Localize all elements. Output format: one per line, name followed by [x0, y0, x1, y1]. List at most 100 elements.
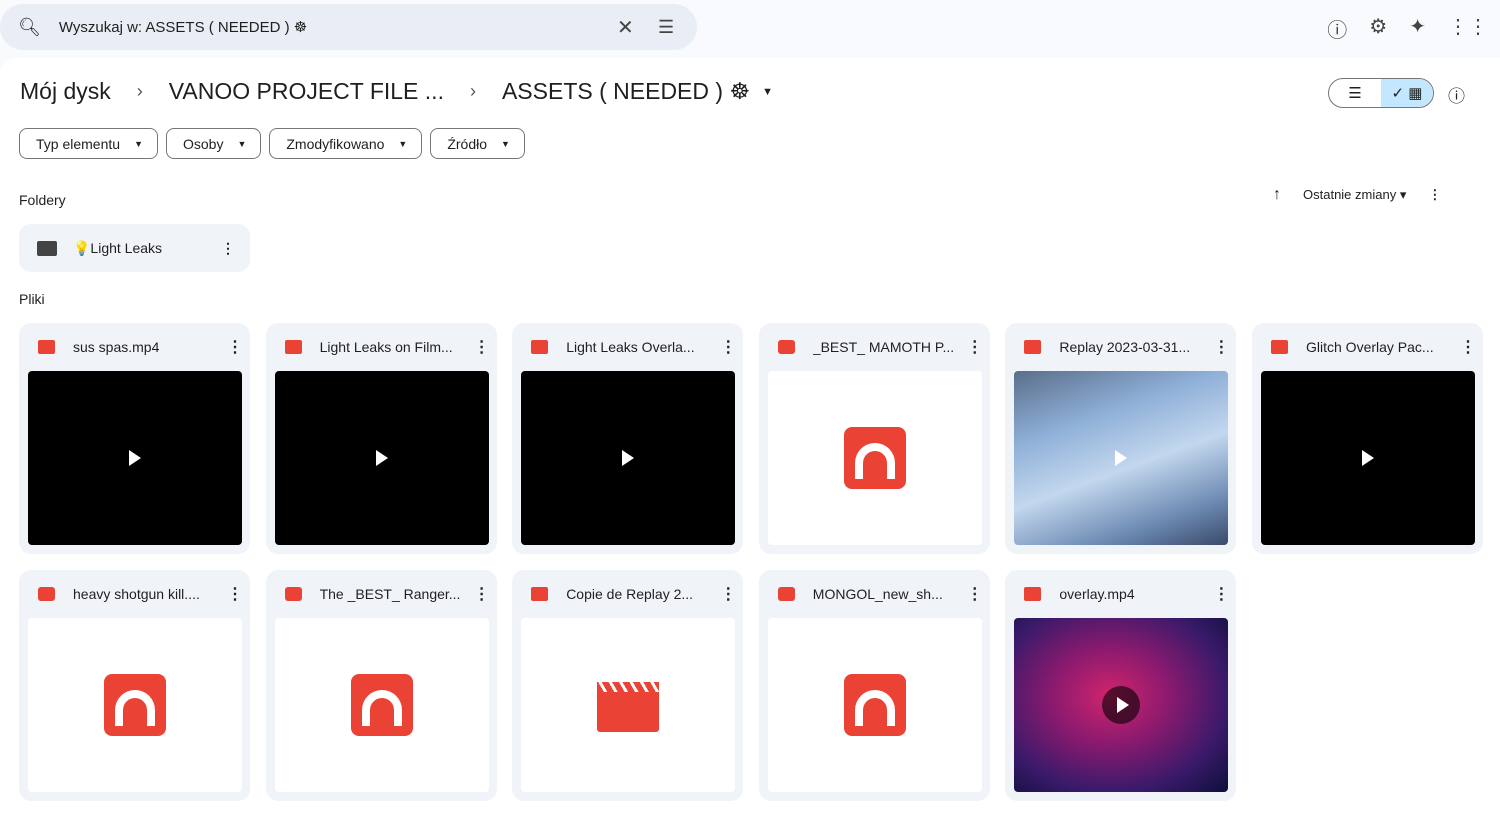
list-view-button[interactable]: ☰	[1329, 79, 1381, 107]
caret-down-icon: ▼	[398, 138, 408, 149]
apps-icon[interactable]: ⋮⋮	[1448, 14, 1488, 43]
file-card[interactable]: Light Leaks on Film... ⋮	[265, 323, 497, 554]
play-icon	[129, 450, 141, 466]
headphones-icon	[104, 674, 166, 736]
more-options-icon[interactable]: ⋮	[220, 337, 250, 357]
more-options-icon[interactable]: ⋮	[220, 584, 250, 604]
file-name: _BEST_ MAMOTH P...	[812, 339, 955, 355]
file-card[interactable]: sus spas.mp4 ⋮	[19, 323, 250, 554]
more-options-icon[interactable]: ⋮	[1428, 187, 1441, 203]
caret-down-icon: ▼	[501, 138, 510, 149]
filter-label: Źródło	[447, 135, 488, 152]
filter-modified[interactable]: Zmodyfikowano ▼	[269, 128, 423, 159]
more-options-icon[interactable]: ⋮	[467, 337, 497, 357]
file-card[interactable]: heavy shotgun kill.... ⋮	[19, 570, 250, 801]
video-thumbnail[interactable]	[521, 371, 736, 545]
folder-icon	[37, 240, 57, 256]
play-icon	[1117, 697, 1130, 713]
play-icon	[622, 450, 635, 466]
gemini-icon[interactable]: ✦	[1409, 14, 1426, 43]
headphones-icon	[350, 674, 413, 736]
filter-label: Osoby	[182, 135, 224, 152]
file-name: sus spas.mp4	[73, 339, 160, 355]
chevron-right-icon: ›	[136, 81, 143, 101]
file-name: Light Leaks on Film...	[319, 339, 453, 355]
file-name: Glitch Overlay Pac...	[1306, 339, 1434, 355]
file-card[interactable]: Glitch Overlay Pac... ⋮	[1252, 323, 1483, 554]
breadcrumb-my-drive[interactable]: Mój dysk	[20, 78, 111, 105]
breadcrumb-current[interactable]: ASSETS ( NEEDED ) ☸	[502, 78, 750, 105]
caret-down-icon: ▼	[134, 138, 143, 149]
filter-label: Typ elementu	[36, 135, 121, 152]
more-options-icon[interactable]: ⋮	[1453, 337, 1483, 357]
folder-item[interactable]: 💡Light Leaks ⋮	[19, 224, 250, 272]
close-icon[interactable]: ✕	[617, 15, 634, 40]
filter-people[interactable]: Osoby ▼	[165, 128, 262, 159]
file-card[interactable]: _BEST_ MAMOTH P... ⋮	[758, 323, 990, 554]
video-clapper-icon	[597, 682, 660, 732]
file-name: Replay 2023-03-31...	[1059, 339, 1191, 355]
more-options-icon[interactable]: ⋮	[713, 337, 743, 357]
filter-label: Zmodyfikowano	[286, 135, 385, 152]
search-input[interactable]: Wyszukaj w: ASSETS ( NEEDED ) ☸	[59, 18, 307, 36]
video-thumbnail[interactable]	[28, 371, 242, 545]
headphones-icon	[843, 427, 906, 489]
more-options-icon[interactable]: ⋮	[960, 337, 990, 357]
file-card[interactable]: MONGOL_new_sh... ⋮	[758, 570, 990, 801]
grid-view-button[interactable]: ✓ ▦	[1381, 79, 1433, 107]
play-icon	[1115, 450, 1128, 466]
audio-thumbnail[interactable]	[767, 371, 982, 545]
headphones-icon	[843, 674, 906, 736]
video-thumbnail[interactable]	[1261, 371, 1475, 545]
settings-icon[interactable]: ⚙	[1369, 14, 1387, 43]
video-thumbnail[interactable]	[521, 618, 736, 792]
more-options-icon[interactable]: ⋮	[467, 584, 497, 604]
file-name: The _BEST_ Ranger...	[319, 586, 461, 602]
chevron-right-icon: ›	[469, 81, 476, 101]
video-file-icon	[1024, 340, 1042, 354]
video-thumbnail[interactable]	[1014, 371, 1229, 545]
video-file-icon	[284, 340, 302, 354]
file-name: Light Leaks Overla...	[566, 339, 695, 355]
audio-file-icon	[38, 587, 55, 601]
file-card[interactable]: Replay 2023-03-31... ⋮	[1005, 323, 1237, 554]
help-icon[interactable]: ⓘ	[1327, 14, 1347, 43]
search-icon[interactable]: 🔍︎	[18, 17, 41, 38]
more-options-icon[interactable]: ⋮	[1206, 337, 1236, 357]
main-content: Mój dysk › VANOO PROJECT FILE ... › ASSE…	[0, 58, 1500, 838]
folder-name: 💡Light Leaks	[73, 239, 163, 256]
audio-file-icon	[284, 587, 302, 601]
audio-file-icon	[777, 587, 795, 601]
more-options-icon[interactable]: ⋮	[960, 584, 990, 604]
search-bar[interactable]: 🔍︎ Wyszukaj w: ASSETS ( NEEDED ) ☸ ✕ ☰	[0, 4, 697, 50]
filter-source[interactable]: Źródło ▼	[430, 128, 525, 159]
more-options-icon[interactable]: ⋮	[206, 240, 250, 257]
video-thumbnail[interactable]	[274, 371, 489, 545]
breadcrumb-project[interactable]: VANOO PROJECT FILE ...	[169, 78, 444, 105]
info-icon[interactable]: ⓘ	[1448, 82, 1465, 107]
filter-type[interactable]: Typ elementu ▼	[19, 128, 158, 159]
play-icon	[375, 450, 388, 466]
video-file-icon	[531, 340, 549, 354]
sort-direction-icon[interactable]: ↑	[1273, 186, 1281, 204]
view-toggle[interactable]: ☰ ✓ ▦	[1328, 78, 1434, 108]
file-name: MONGOL_new_sh...	[812, 586, 943, 602]
file-card[interactable]: Light Leaks Overla... ⋮	[512, 323, 744, 554]
video-thumbnail[interactable]	[1014, 618, 1229, 792]
audio-thumbnail[interactable]	[28, 618, 242, 792]
video-file-icon	[1271, 340, 1288, 354]
more-options-icon[interactable]: ⋮	[1206, 584, 1236, 604]
tune-icon[interactable]: ☰	[658, 17, 674, 38]
file-card[interactable]: Copie de Replay 2... ⋮	[512, 570, 744, 801]
caret-down-icon[interactable]: ▼	[762, 86, 773, 98]
video-file-icon	[1024, 587, 1042, 601]
audio-thumbnail[interactable]	[274, 618, 489, 792]
video-file-icon	[38, 340, 55, 354]
caret-down-icon: ▼	[237, 138, 247, 149]
file-card[interactable]: The _BEST_ Ranger... ⋮	[265, 570, 497, 801]
audio-thumbnail[interactable]	[767, 618, 982, 792]
play-icon	[1362, 450, 1374, 466]
sort-dropdown[interactable]: Ostatnie zmiany ▾	[1303, 187, 1406, 203]
more-options-icon[interactable]: ⋮	[713, 584, 743, 604]
file-card[interactable]: overlay.mp4 ⋮	[1005, 570, 1237, 801]
